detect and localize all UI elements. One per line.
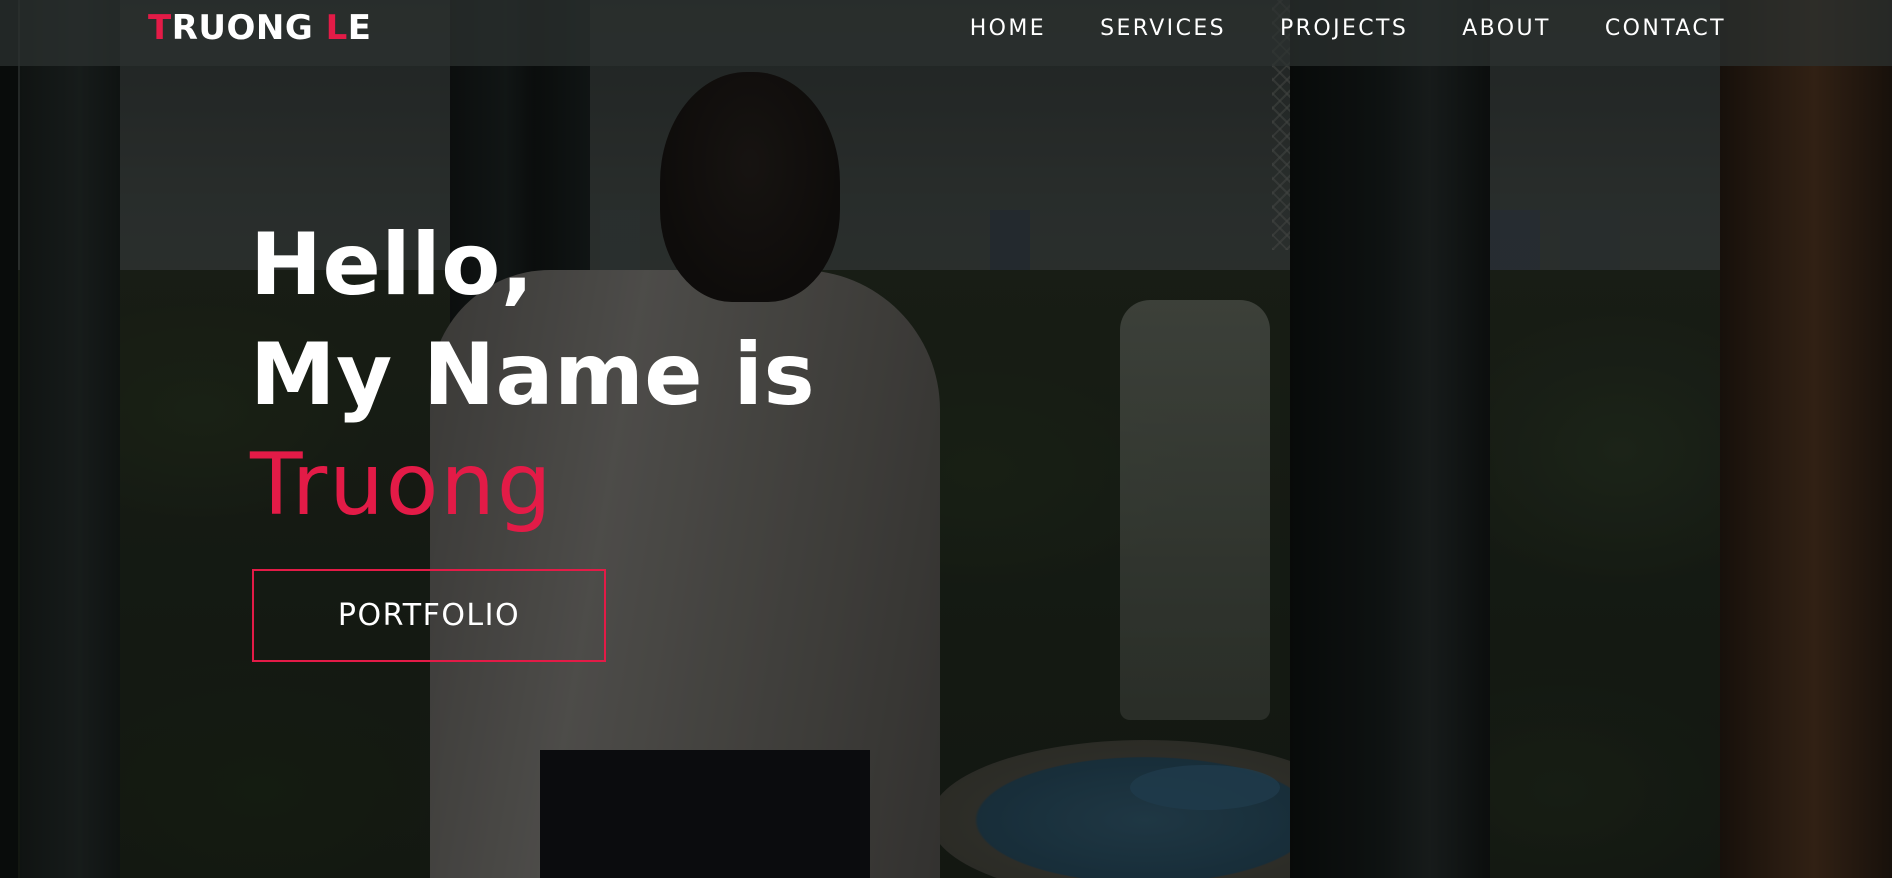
hero-intro: My Name is (250, 325, 816, 425)
hero-name: Truong (250, 435, 554, 535)
hero-heading: Hello, My Name is Truong (250, 210, 815, 540)
navbar: TRUONG LE HOME SERVICES PROJECTS ABOUT C… (0, 0, 1892, 66)
brand-first-rest: RUONG (171, 8, 326, 48)
brand-initial-last: L (325, 8, 348, 48)
brand-last-rest: E (347, 8, 372, 48)
nav-link-projects[interactable]: PROJECTS (1280, 16, 1408, 41)
nav-link-contact[interactable]: CONTACT (1605, 16, 1726, 41)
nav-link-services[interactable]: SERVICES (1100, 16, 1226, 41)
hero-section: TRUONG LE HOME SERVICES PROJECTS ABOUT C… (0, 0, 1892, 878)
brand-logo[interactable]: TRUONG LE (148, 8, 372, 48)
nav-link-home[interactable]: HOME (970, 16, 1046, 41)
hero-greeting: Hello, (250, 215, 535, 315)
main-nav: HOME SERVICES PROJECTS ABOUT CONTACT (970, 16, 1726, 41)
nav-link-about[interactable]: ABOUT (1462, 16, 1551, 41)
brand-initial-first: T (148, 8, 172, 48)
portfolio-button[interactable]: PORTFOLIO (252, 569, 606, 662)
